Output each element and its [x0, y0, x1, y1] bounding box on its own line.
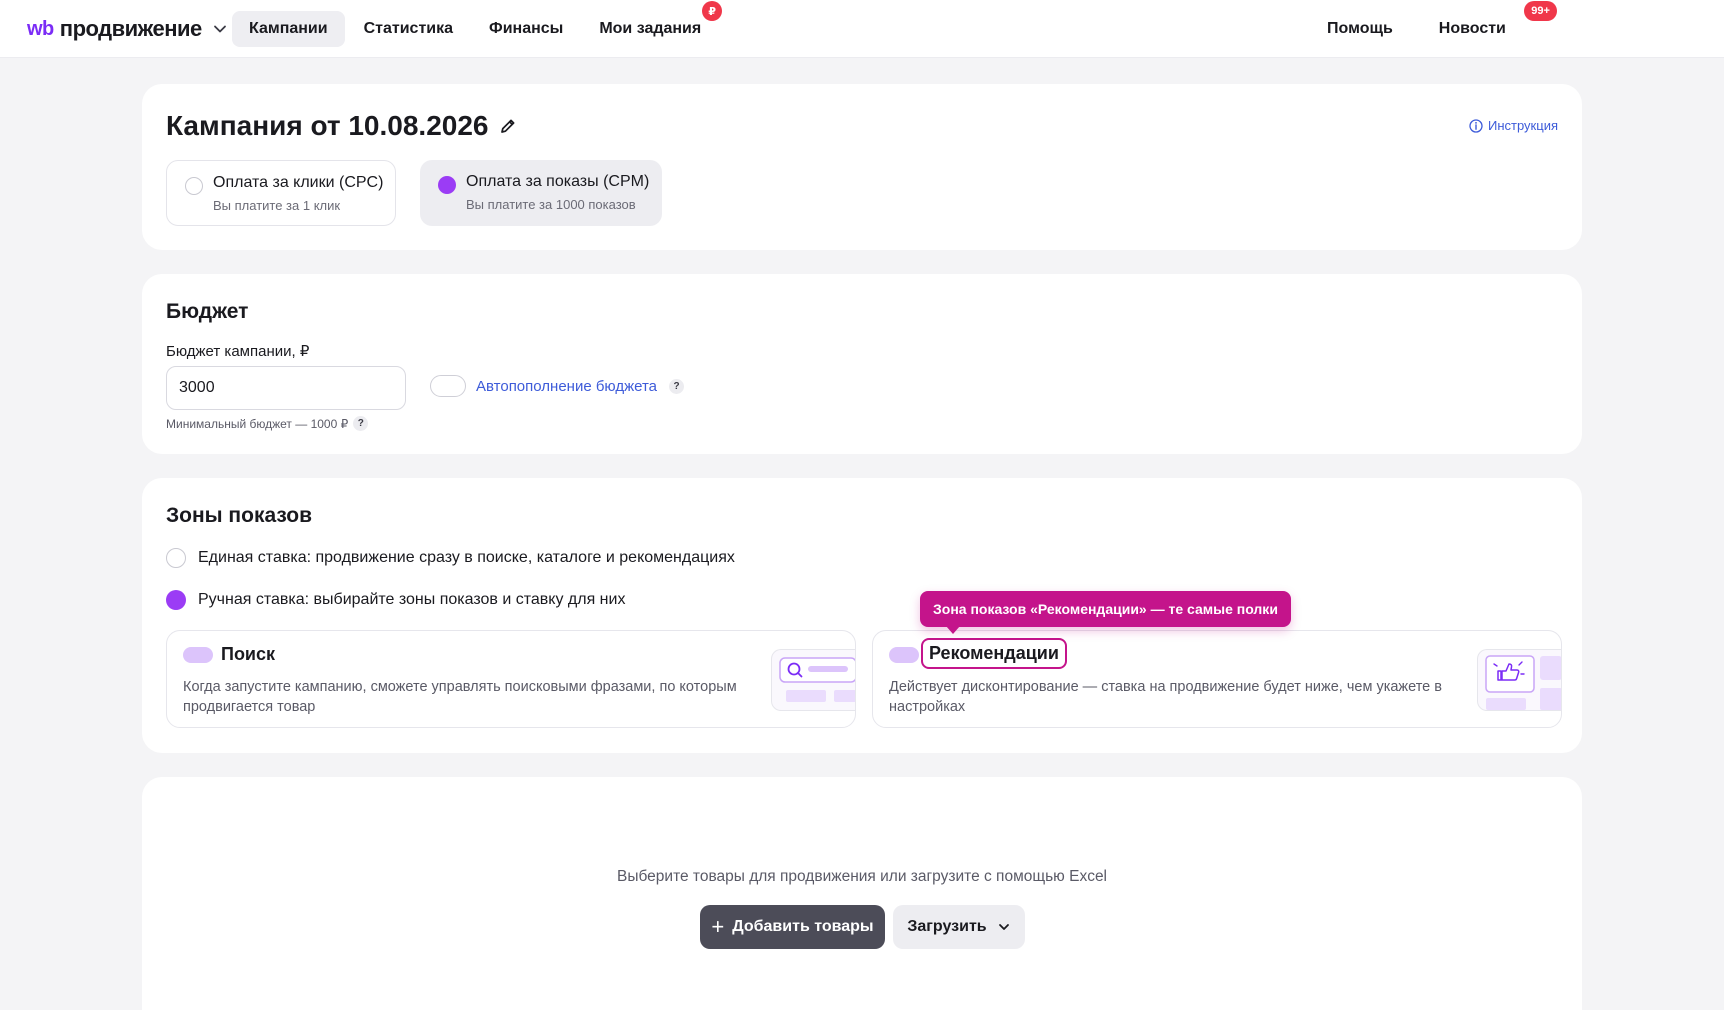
nav-label: Финансы: [489, 20, 564, 37]
zone-name: Поиск: [221, 644, 276, 664]
instruction-label: Инструкция: [1488, 118, 1558, 133]
empty-state-text: Выберите товары для продвижения или загр…: [616, 868, 1108, 885]
budget-input[interactable]: [166, 366, 406, 410]
radio-selected[interactable]: [438, 176, 456, 194]
page-title: Кампания от 10.08.2026: [166, 110, 518, 142]
budget-title: Бюджет: [166, 300, 249, 323]
nav-news[interactable]: Новости 99+: [1422, 1, 1557, 47]
chevron-down-icon[interactable]: [210, 19, 230, 39]
header-right-nav: Помощь Новости 99+: [1310, 1, 1557, 47]
autofill-label: Автопополнение бюджета: [476, 378, 658, 395]
zone-card-search[interactable]: Поиск Когда запустите кампанию, сможете …: [166, 630, 856, 728]
budget-hint-text: Минимальный бюджет — 1000 ₽: [166, 416, 349, 431]
logo[interactable]: wb продвижение: [27, 16, 230, 42]
news-count-badge: 99+: [1524, 1, 1557, 21]
help-icon[interactable]: ?: [353, 416, 369, 431]
zone-description: Когда запустите кампанию, сможете управл…: [183, 679, 737, 715]
chevron-down-icon: [998, 924, 1009, 930]
budget-card: Бюджет Бюджет кампании, ₽ Минимальный бю…: [142, 274, 1582, 454]
zone-description: Действует дисконтирование — ставка на пр…: [889, 679, 1442, 715]
payment-option-sub: Вы платите за 1000 показов: [466, 197, 636, 212]
nav-label: Помощь: [1327, 20, 1393, 37]
payment-option-cpm[interactable]: Оплата за показы (CPM) Вы платите за 100…: [420, 160, 662, 226]
payment-option-label: Оплата за клики (CPC): [213, 174, 384, 191]
nav-my-tasks[interactable]: Мои задания ₽: [582, 1, 723, 47]
zone-option-label: Ручная ставка: выбирайте зоны показов и …: [198, 591, 626, 608]
main-nav: Кампании Статистика Финансы Мои задания …: [232, 1, 723, 47]
zone-option-unified[interactable]: Единая ставка: продвижение сразу в поиск…: [166, 548, 735, 568]
payment-option-cpc[interactable]: Оплата за клики (CPC) Вы платите за 1 кл…: [166, 160, 396, 226]
autofill-toggle[interactable]: [430, 375, 466, 397]
nav-statistics[interactable]: Статистика: [347, 11, 470, 47]
add-products-button[interactable]: + Добавить товары: [700, 905, 885, 949]
zone-toggle[interactable]: [889, 647, 919, 663]
upload-button[interactable]: Загрузить: [893, 905, 1025, 949]
zones-card: Зоны показов Единая ставка: продвижение …: [142, 478, 1582, 753]
zone-option-manual[interactable]: Ручная ставка: выбирайте зоны показов и …: [166, 590, 625, 610]
nav-campaigns[interactable]: Кампании: [232, 11, 345, 47]
campaign-card: Кампания от 10.08.2026 Инструкция Оплата…: [142, 84, 1582, 250]
nav-finance[interactable]: Финансы: [472, 11, 580, 47]
add-products-label: Добавить товары: [732, 918, 874, 935]
zone-option-label: Единая ставка: продвижение сразу в поиск…: [198, 549, 735, 566]
logo-word: продвижение: [59, 16, 202, 41]
search-illustration-icon: [779, 657, 855, 702]
help-icon[interactable]: ?: [669, 379, 685, 394]
payment-option-sub: Вы платите за 1 клик: [213, 198, 341, 213]
ruble-badge: ₽: [702, 1, 723, 21]
zone-card-recommendations[interactable]: Рекомендации Действует дисконтирование —…: [872, 630, 1562, 728]
search-illustration: [771, 649, 855, 711]
campaign-title: Кампания от 10.08.2026: [166, 110, 489, 141]
nav-label: Новости: [1438, 20, 1506, 37]
autofill-link[interactable]: Автопополнение бюджета ?: [476, 378, 685, 395]
instruction-link[interactable]: Инструкция: [1469, 118, 1558, 133]
budget-hint: Минимальный бюджет — 1000 ₽ ?: [166, 416, 369, 431]
radio-unselected[interactable]: [166, 548, 186, 568]
pencil-icon[interactable]: [498, 116, 518, 136]
zone-name: Рекомендации: [921, 638, 1067, 669]
nav-help[interactable]: Помощь: [1310, 11, 1410, 47]
nav-label: Мои задания: [599, 20, 702, 37]
upload-label: Загрузить: [907, 918, 987, 935]
info-icon: [1469, 118, 1483, 133]
top-header: wb продвижение Кампании Статистика Финан…: [0, 0, 1724, 58]
products-card: Выберите товары для продвижения или загр…: [142, 777, 1582, 1010]
nav-label: Статистика: [363, 20, 454, 37]
radio-selected[interactable]: [166, 590, 186, 610]
recommendations-illustration: [1477, 649, 1561, 711]
radio-unselected[interactable]: [185, 177, 203, 195]
zone-toggle[interactable]: [183, 647, 213, 663]
recommendations-tooltip: Зона показов «Рекомендации» — те самые п…: [920, 591, 1291, 634]
budget-field-label: Бюджет кампании, ₽: [166, 343, 310, 360]
payment-option-label: Оплата за показы (CPM): [466, 173, 650, 190]
nav-label: Кампании: [249, 20, 328, 37]
zones-title: Зоны показов: [166, 504, 313, 527]
thumbs-up-icon: [1485, 655, 1561, 710]
logo-mark: wb: [27, 17, 54, 40]
plus-icon: +: [711, 914, 725, 939]
